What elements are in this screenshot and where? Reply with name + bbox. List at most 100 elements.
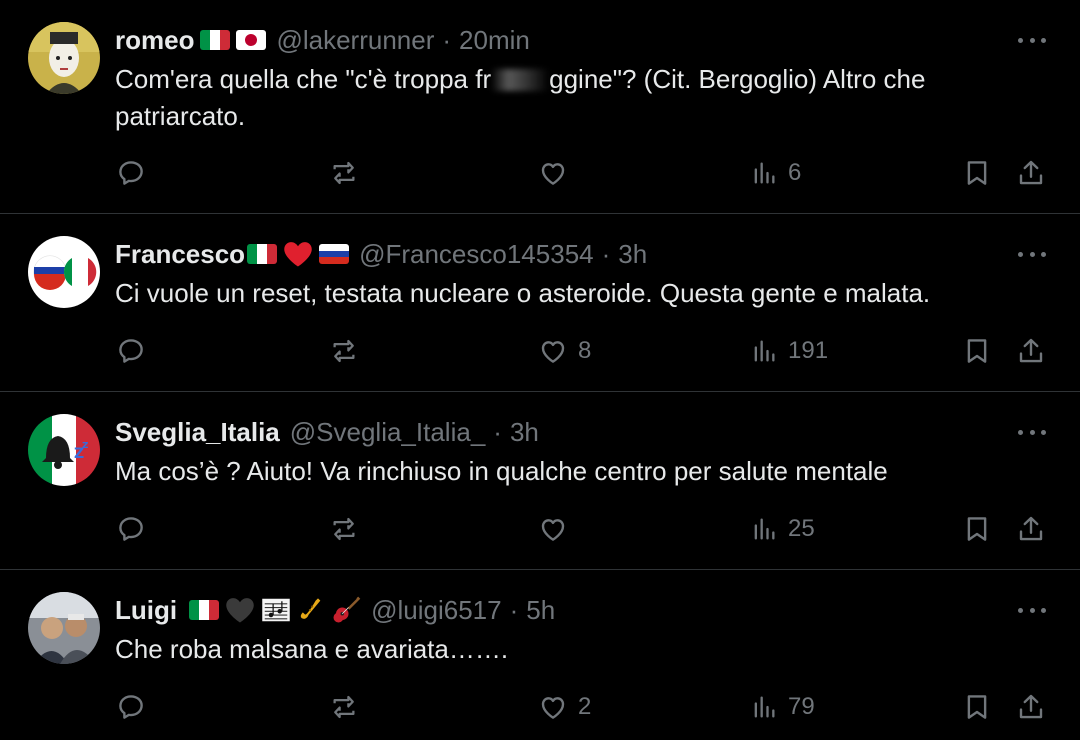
share-icon: [1019, 160, 1043, 185]
repost-icon: [333, 161, 355, 185]
repost-icon: [333, 517, 355, 541]
like-count: 8: [578, 337, 592, 364]
view-count: 79: [788, 693, 815, 720]
repost-button[interactable]: [328, 331, 370, 371]
guitar-icon: [333, 596, 361, 623]
more-options-icon[interactable]: [1018, 427, 1046, 437]
reply-icon: [119, 161, 143, 185]
handle[interactable]: @lakerrunner: [276, 25, 434, 56]
heart-icon: [541, 697, 565, 719]
share-icon: [1019, 516, 1043, 541]
like-button[interactable]: 8: [538, 331, 591, 371]
heart-icon: [541, 163, 565, 185]
like-button[interactable]: 2: [538, 687, 591, 727]
reply-button[interactable]: [116, 687, 156, 727]
bookmark-button[interactable]: [962, 687, 992, 727]
saxophone-icon: [300, 598, 321, 619]
heart-icon: [541, 341, 565, 363]
avatar[interactable]: [28, 592, 100, 664]
bookmark-button[interactable]: [962, 509, 992, 549]
repost-button[interactable]: [328, 509, 370, 549]
views-icon: [754, 162, 775, 184]
post-text: Com'era quella che "c'è troppa fr ggine"?…: [115, 61, 1015, 135]
post-text: Che roba malsana e avariata…….: [115, 634, 509, 664]
share-button[interactable]: [1016, 687, 1046, 727]
reply-icon: [119, 695, 143, 719]
view-count: 191: [788, 337, 829, 364]
musical-score-icon: [262, 598, 290, 622]
avatar[interactable]: [28, 236, 100, 308]
handle[interactable]: @Sveglia_Italia_: [290, 417, 486, 448]
share-button[interactable]: [1016, 153, 1046, 193]
display-name[interactable]: Francesco: [115, 239, 245, 270]
share-button[interactable]: [1016, 331, 1046, 371]
bookmark-icon: [967, 161, 987, 185]
post-text-part1: Com'era quella che "c'è troppa fr: [115, 64, 492, 94]
share-button[interactable]: [1016, 509, 1046, 549]
more-options-icon[interactable]: [1018, 35, 1046, 45]
svg-text:z: z: [82, 438, 88, 451]
reply-button[interactable]: [116, 153, 156, 193]
heart-icon: [541, 519, 565, 541]
timestamp[interactable]: 3h: [618, 239, 647, 270]
russia-flag-icon: [319, 244, 350, 264]
views-button[interactable]: 25: [750, 509, 815, 549]
views-button[interactable]: 191: [750, 331, 828, 371]
reply-feed: romeo @lakerrunner · 20min Com'era quell…: [0, 0, 1080, 740]
like-count: 2: [578, 693, 592, 720]
display-name[interactable]: romeo: [115, 25, 194, 56]
separator-dot: ·: [493, 416, 502, 447]
more-options-icon[interactable]: [1018, 605, 1046, 615]
handle[interactable]: @Francesco145354: [359, 239, 594, 270]
views-button[interactable]: 6: [750, 153, 801, 193]
more-options-icon[interactable]: [1018, 249, 1046, 259]
name-emojis: [247, 240, 350, 268]
view-count: 25: [788, 515, 815, 542]
italy-flag-icon: [200, 30, 231, 50]
repost-button[interactable]: [328, 153, 370, 193]
timestamp[interactable]: 3h: [510, 417, 539, 448]
handle[interactable]: @luigi6517: [371, 595, 501, 626]
reply-button[interactable]: [116, 331, 156, 371]
red-heart-icon: [284, 242, 312, 267]
bookmark-button[interactable]: [962, 331, 992, 371]
share-icon: [1019, 694, 1043, 719]
separator-dot: ·: [442, 24, 452, 55]
views-button[interactable]: 79: [750, 687, 815, 727]
action-bar: 2 79: [0, 687, 1080, 727]
name-emojis: [200, 30, 267, 50]
reply-icon: [119, 339, 143, 363]
view-count: 6: [788, 159, 802, 186]
avatar[interactable]: [28, 22, 100, 94]
avatar[interactable]: Z z: [28, 414, 100, 486]
repost-icon: [333, 695, 355, 719]
post-header: romeo @lakerrunner · 20min: [115, 23, 530, 57]
bookmark-icon: [967, 695, 987, 719]
repost-icon: [333, 339, 355, 363]
like-button[interactable]: [538, 509, 578, 549]
reply-icon: [119, 517, 143, 541]
reply-button[interactable]: [116, 509, 156, 549]
timestamp[interactable]: 5h: [526, 595, 555, 626]
like-button[interactable]: [538, 153, 578, 193]
post-header: Luigi @luigi6517 · 5h: [115, 593, 555, 627]
separator-dot: ·: [509, 594, 519, 625]
views-icon: [754, 696, 775, 718]
share-icon: [1019, 338, 1043, 363]
italy-flag-icon: [189, 600, 220, 620]
display-name[interactable]: Luigi: [115, 595, 177, 626]
black-heart-icon: [226, 598, 254, 623]
post-romeo[interactable]: romeo @lakerrunner · 20min Com'era quell…: [0, 0, 1080, 213]
timestamp[interactable]: 20min: [459, 25, 530, 56]
repost-button[interactable]: [328, 687, 370, 727]
bookmark-icon: [967, 517, 987, 541]
post-francesco[interactable]: Francesco @Francesco145354 · 3h Ci vuole…: [0, 214, 1080, 391]
separator-dot: ·: [601, 238, 611, 269]
post-luigi[interactable]: Luigi @luigi6517 · 5h Che roba malsana e…: [0, 570, 1080, 740]
bookmark-button[interactable]: [962, 153, 992, 193]
display-name[interactable]: Sveglia_Italia: [115, 417, 280, 448]
post-text: Ci vuole un reset, testata nucleare o as…: [115, 278, 931, 308]
post-sveglia-italia[interactable]: Z z Sveglia_Italia @Sveglia_Italia_ · 3h…: [0, 392, 1080, 569]
japan-flag-icon: [236, 30, 267, 50]
post-header: Sveglia_Italia @Sveglia_Italia_ · 3h: [115, 415, 539, 449]
